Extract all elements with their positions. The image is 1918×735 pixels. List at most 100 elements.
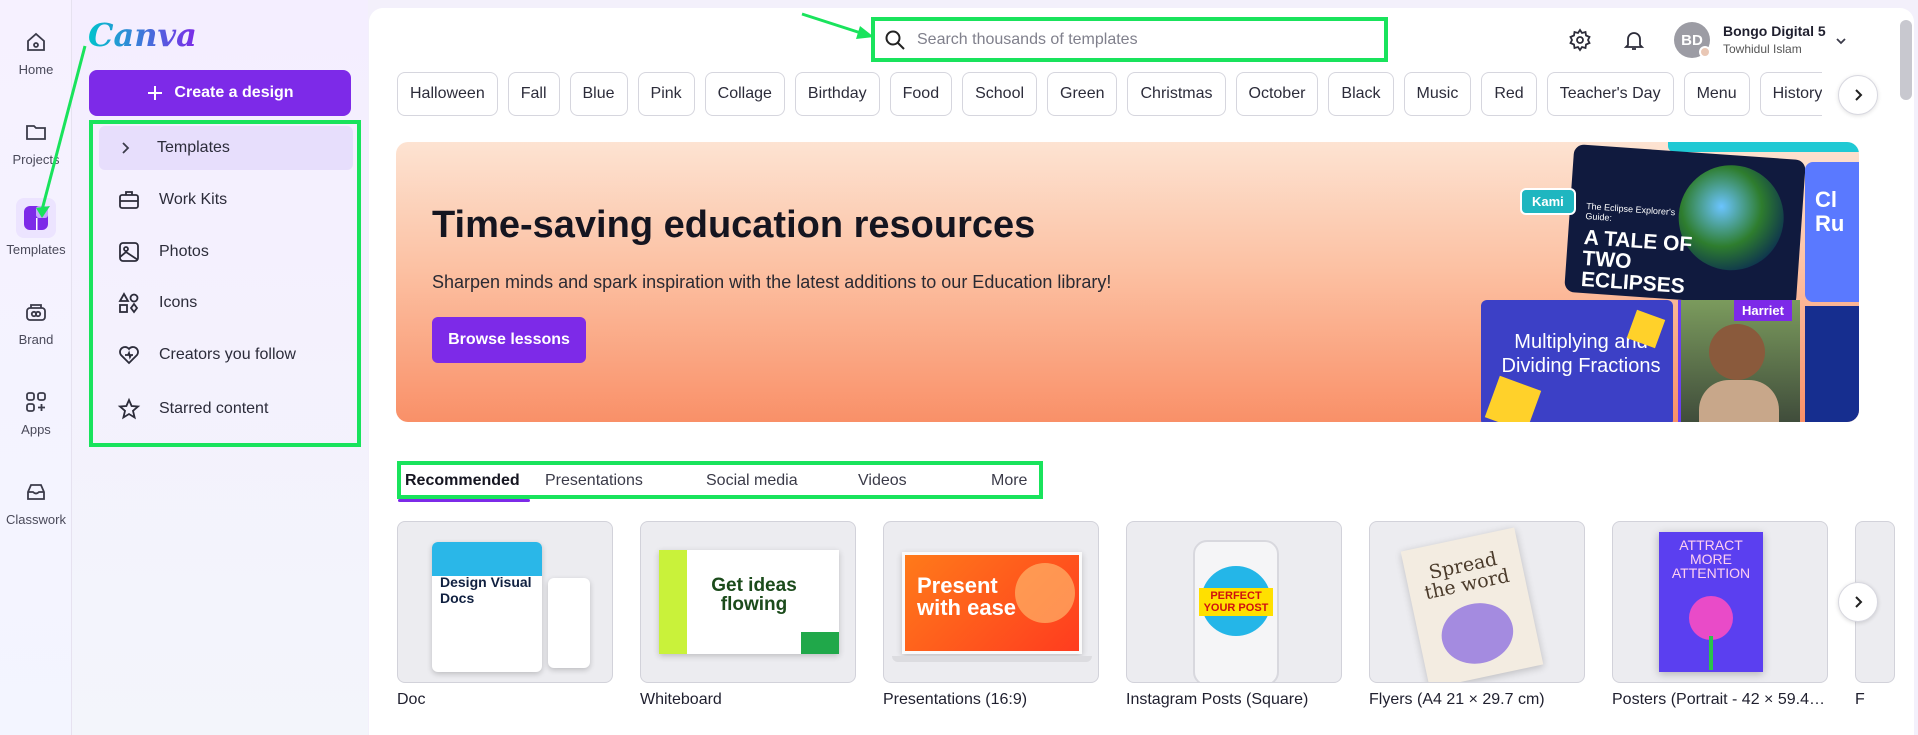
chip-music[interactable]: Music bbox=[1403, 72, 1472, 116]
chip-menu[interactable]: Menu bbox=[1683, 72, 1750, 116]
poster-art-text: ATTRACT MORE ATTENTION bbox=[1671, 537, 1751, 581]
nav-item-icons[interactable]: Icons bbox=[99, 281, 353, 325]
tile-label[interactable]: Presentations (16:9) bbox=[883, 691, 1099, 709]
doc-art-phone bbox=[548, 578, 590, 668]
search-input[interactable] bbox=[917, 30, 1357, 49]
nav-item-templates[interactable]: Templates bbox=[99, 126, 353, 170]
hero-subtitle: Sharpen minds and spark inspiration with… bbox=[432, 272, 1112, 292]
tile-label[interactable]: Posters (Portrait - 42 × 59.4 cm) bbox=[1612, 691, 1828, 709]
rail-item-classwork[interactable]: Classwork bbox=[0, 476, 72, 527]
rail-item-brand[interactable]: Brand bbox=[0, 296, 72, 347]
tile-whiteboard[interactable]: Get ideas flowing bbox=[640, 521, 856, 683]
chip-pink[interactable]: Pink bbox=[637, 72, 695, 116]
hero-accent-bar bbox=[1668, 142, 1859, 152]
star-icon bbox=[117, 397, 141, 420]
flyer-art-circle bbox=[1435, 596, 1519, 671]
nav-item-starred[interactable]: Starred content bbox=[99, 387, 353, 431]
rail-label: Templates bbox=[6, 242, 66, 257]
chip-christmas[interactable]: Christmas bbox=[1127, 72, 1226, 116]
pres-art-base bbox=[892, 656, 1092, 662]
tag-kami: Kami bbox=[1520, 188, 1576, 215]
nav-item-photos[interactable]: Photos bbox=[99, 230, 353, 274]
chip-black[interactable]: Black bbox=[1328, 72, 1394, 116]
card-title: A TALE OF TWO ECLIPSES bbox=[1580, 226, 1693, 299]
nav-label: Photos bbox=[159, 243, 209, 260]
scrollbar-thumb[interactable] bbox=[1900, 20, 1912, 100]
flyer-art-text: Spread the word bbox=[1422, 548, 1512, 605]
chip-blue[interactable]: Blue bbox=[569, 72, 628, 116]
chip-food[interactable]: Food bbox=[889, 72, 953, 116]
annotation-arrow-icon bbox=[801, 12, 874, 39]
chip-october[interactable]: October bbox=[1235, 72, 1319, 116]
settings-button[interactable] bbox=[1562, 22, 1598, 58]
tile-presentations[interactable]: Present with ease bbox=[883, 521, 1099, 683]
tile-posters[interactable]: ATTRACT MORE ATTENTION bbox=[1612, 521, 1828, 683]
rail-item-apps[interactable]: Apps bbox=[0, 386, 72, 437]
chip-collage[interactable]: Collage bbox=[704, 72, 785, 116]
apps-icon bbox=[20, 386, 52, 418]
brand-icon bbox=[20, 296, 52, 328]
nav-label: Icons bbox=[159, 294, 198, 311]
chip-school[interactable]: School bbox=[962, 72, 1038, 116]
tile-doc[interactable]: Design Visual Docs bbox=[397, 521, 613, 683]
wb-art-band bbox=[659, 550, 687, 654]
tab-presentations[interactable]: Presentations bbox=[545, 472, 643, 490]
tile-label-partial[interactable]: F bbox=[1855, 691, 1895, 709]
tiles-next-button[interactable] bbox=[1838, 582, 1878, 622]
chevron-down-icon[interactable] bbox=[1834, 34, 1848, 48]
search-bar[interactable] bbox=[871, 17, 1388, 62]
create-design-label: Create a design bbox=[174, 84, 294, 101]
rail-label: Apps bbox=[21, 422, 51, 437]
avatar-initials: BD bbox=[1681, 31, 1703, 49]
plus-icon bbox=[148, 86, 163, 100]
tab-underline bbox=[398, 499, 530, 502]
tile-label[interactable]: Whiteboard bbox=[640, 691, 856, 709]
hero-card-partial-2 bbox=[1805, 306, 1859, 422]
tab-social-media[interactable]: Social media bbox=[706, 472, 798, 490]
category-tabs: Recommended Presentations Social media V… bbox=[397, 461, 1043, 499]
card-partial-text: Cl Ru bbox=[1815, 187, 1845, 236]
tile-instagram[interactable]: PERFECT YOUR POST bbox=[1126, 521, 1342, 683]
tile-label[interactable]: Instagram Posts (Square) bbox=[1126, 691, 1342, 709]
tab-videos[interactable]: Videos bbox=[858, 472, 907, 490]
person-body bbox=[1699, 380, 1779, 422]
chip-green[interactable]: Green bbox=[1047, 72, 1118, 116]
insta-phone: PERFECT YOUR POST bbox=[1193, 540, 1279, 682]
tile-label[interactable]: Doc bbox=[397, 691, 613, 709]
heart-icon bbox=[119, 346, 139, 365]
chevron-right-icon bbox=[122, 142, 130, 154]
category-chips: Halloween Fall Blue Pink Collage Birthday Food… bbox=[397, 72, 1822, 116]
doc-art-header bbox=[432, 542, 542, 576]
nav-item-work-kits[interactable]: Work Kits bbox=[99, 178, 353, 222]
chip-birthday[interactable]: Birthday bbox=[794, 72, 880, 116]
chip-red[interactable]: Red bbox=[1481, 72, 1537, 116]
pres-art-flower bbox=[1015, 563, 1075, 623]
shapes-icon bbox=[118, 292, 139, 314]
wb-art-text: Get ideas flowing bbox=[711, 575, 797, 615]
gear-icon bbox=[1569, 28, 1591, 52]
user-name[interactable]: Bongo Digital 5 bbox=[1723, 23, 1826, 39]
chip-teacher-s-day[interactable]: Teacher's Day bbox=[1546, 72, 1674, 116]
chip-history[interactable]: History bbox=[1759, 72, 1822, 116]
tag-harriet: Harriet bbox=[1734, 300, 1792, 321]
tab-recommended[interactable]: Recommended bbox=[405, 472, 520, 490]
rail-label: Brand bbox=[18, 332, 54, 347]
nav-label: Templates bbox=[157, 139, 230, 156]
notifications-button[interactable] bbox=[1616, 22, 1652, 58]
chip-halloween[interactable]: Halloween bbox=[397, 72, 498, 116]
chip-fall[interactable]: Fall bbox=[507, 72, 560, 116]
user-subtitle: Towhidul Islam bbox=[1723, 42, 1802, 56]
nav-label: Creators you follow bbox=[159, 346, 296, 363]
pres-art: Present with ease bbox=[902, 552, 1082, 654]
nav-item-creators[interactable]: Creators you follow bbox=[99, 333, 353, 377]
classwork-icon bbox=[20, 476, 52, 508]
tile-flyers[interactable]: Spread the word bbox=[1369, 521, 1585, 683]
image-icon bbox=[119, 242, 139, 262]
chips-next-button[interactable] bbox=[1838, 75, 1878, 115]
tile-label[interactable]: Flyers (A4 21 × 29.7 cm) bbox=[1369, 691, 1585, 709]
create-design-button[interactable]: Create a design bbox=[89, 70, 351, 116]
hero-card-eclipse: The Eclipse Explorer's Guide: A TALE OF … bbox=[1564, 144, 1806, 308]
browse-lessons-button[interactable]: Browse lessons bbox=[432, 317, 586, 363]
canva-logo[interactable]: Canva bbox=[88, 16, 197, 54]
tab-more[interactable]: More bbox=[991, 472, 1027, 490]
